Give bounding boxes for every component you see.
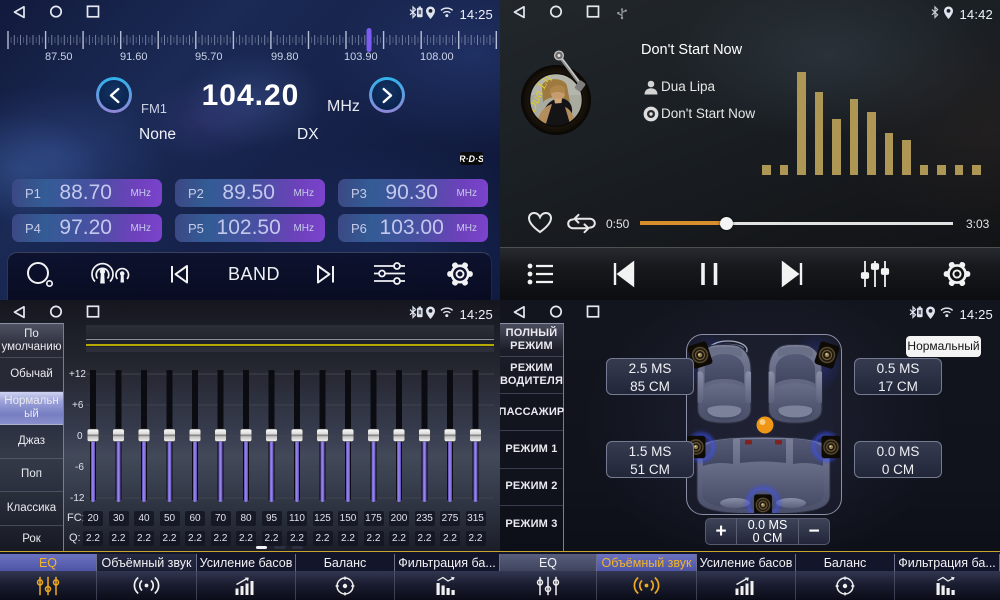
svg-text:R·D·S: R·D·S — [460, 154, 483, 164]
